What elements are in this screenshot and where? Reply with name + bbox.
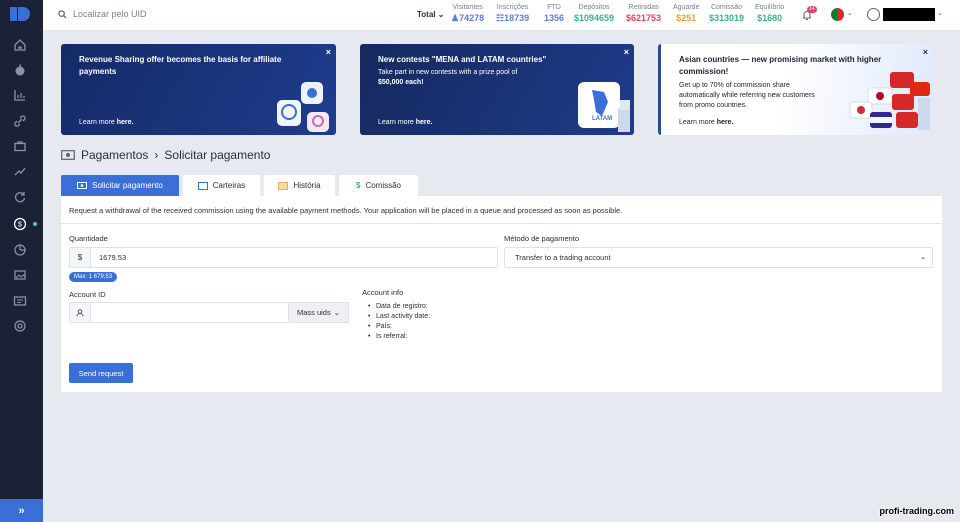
tab-history[interactable]: História xyxy=(264,175,335,196)
account-id-field[interactable] xyxy=(69,302,289,323)
banner-learn-more[interactable]: Learn more here. xyxy=(679,119,733,126)
banner-revenue-sharing[interactable]: Revenue Sharing offer becomes the basis … xyxy=(61,44,336,135)
link-icon[interactable] xyxy=(12,113,28,129)
refresh-icon[interactable] xyxy=(12,189,28,205)
tab-wallets[interactable]: Carteiras xyxy=(183,175,260,196)
currency-prefix: $ xyxy=(70,248,91,267)
cash-icon xyxy=(61,150,75,160)
account-id-label: Account ID xyxy=(69,290,106,299)
chevron-down-icon: ⌄ xyxy=(333,308,341,317)
active-indicator xyxy=(33,222,37,226)
tab-commission[interactable]: $ Comissão xyxy=(339,175,418,196)
wallet-icon xyxy=(197,181,208,190)
affiliate-illustration xyxy=(277,82,329,132)
stat-pending: Aguarde $251 xyxy=(673,4,700,23)
dollar-icon: $ xyxy=(355,181,361,190)
quantity-value[interactable]: 1679.53 xyxy=(91,253,126,262)
user-icon xyxy=(70,303,91,322)
search-box[interactable]: Localizar pelo UID xyxy=(58,9,147,19)
mass-uids-dropdown[interactable]: Mass uids ⌄ xyxy=(288,302,349,323)
banner-asian-countries[interactable]: Asian countries — new promising market w… xyxy=(658,44,933,135)
payments-icon[interactable]: $ xyxy=(12,216,28,232)
search-icon xyxy=(58,9,67,19)
user-avatar-icon[interactable] xyxy=(867,8,880,21)
banner-title: New contests "MENA and LATAM countries" xyxy=(378,55,547,64)
close-icon[interactable]: × xyxy=(624,47,629,57)
stat-visitors: Visitantes ♟74278 xyxy=(451,4,485,23)
quantity-label: Quantidade xyxy=(69,234,108,243)
svg-text:$: $ xyxy=(18,222,22,229)
briefcase-icon[interactable] xyxy=(12,138,28,154)
payment-method-label: Método de pagamento xyxy=(504,234,580,243)
account-info: Account info Data de registro: Last acti… xyxy=(362,288,430,342)
latam-label: LATAM xyxy=(592,116,613,122)
stat-withdrawals: Retiradas $621753 xyxy=(626,4,662,23)
divider xyxy=(61,223,942,224)
total-dropdown[interactable]: Total ⌄ xyxy=(417,10,444,19)
language-flag-icon[interactable] xyxy=(831,8,844,21)
image-icon[interactable] xyxy=(12,267,28,283)
expand-sidebar-button[interactable]: » xyxy=(0,499,43,522)
stat-commission: Comissão $313019 xyxy=(709,4,745,23)
sidebar: $ » xyxy=(0,0,43,522)
info-registration-date: Data de registro: xyxy=(368,302,430,312)
user-name-redacted[interactable] xyxy=(883,8,935,21)
send-request-button[interactable]: Send request xyxy=(69,363,133,383)
quantity-field[interactable]: $ 1679.53 xyxy=(69,247,498,268)
info-last-activity: Last activity date: xyxy=(368,312,430,322)
trend-icon[interactable] xyxy=(12,163,28,179)
banner-contests[interactable]: New contests "MENA and LATAM countries" … xyxy=(360,44,634,135)
breadcrumb: Pagamentos › Solicitar pagamento xyxy=(61,148,270,162)
form-description: Request a withdrawal of the received com… xyxy=(69,206,623,215)
home-icon[interactable] xyxy=(12,37,28,53)
chevron-down-icon[interactable]: ⌄ xyxy=(847,9,853,17)
tab-bar: Solicitar pagamento Carteiras História $… xyxy=(61,175,418,196)
page-title: Solicitar pagamento xyxy=(164,148,271,162)
notification-badge: 14 xyxy=(807,6,817,13)
close-icon[interactable]: × xyxy=(326,47,331,57)
id-card-icon[interactable] xyxy=(12,293,28,309)
latam-illustration xyxy=(578,82,630,132)
stat-ftd: FTD 1356 xyxy=(544,4,565,23)
withdrawal-form-panel: Request a withdrawal of the received com… xyxy=(61,196,942,392)
logo[interactable] xyxy=(10,6,32,22)
banner-text: Get up to 70% of commission share automa… xyxy=(679,82,815,109)
account-info-title: Account info xyxy=(362,288,404,297)
banner-text: Take part in new contests with a prize p… xyxy=(378,69,518,86)
banner-learn-more[interactable]: Learn more here. xyxy=(79,119,133,126)
topbar: Localizar pelo UID Total ⌄ Visitantes ♟74… xyxy=(43,0,960,31)
info-is-referral: Is referral: xyxy=(368,332,430,342)
history-icon xyxy=(278,181,289,190)
breadcrumb-section[interactable]: Pagamentos xyxy=(81,148,148,162)
search-placeholder[interactable]: Localizar pelo UID xyxy=(73,9,147,19)
chevron-down-icon[interactable]: ⌄ xyxy=(937,9,943,17)
chevron-down-icon: ⌄ xyxy=(920,254,926,261)
stat-signups: Inscrições ☷18739 xyxy=(496,4,530,23)
cash-icon xyxy=(77,182,88,189)
stat-deposits: Depósitos $1094659 xyxy=(574,4,615,23)
chevron-down-icon: ⌄ xyxy=(437,10,445,19)
chart-icon[interactable] xyxy=(12,87,28,103)
payment-method-select[interactable]: Transfer to a trading account ⌄ xyxy=(504,247,933,268)
watermark: profi-trading.com xyxy=(879,506,955,516)
stat-balance: Equilíbrio $1680 xyxy=(755,4,785,23)
banner-learn-more[interactable]: Learn more here. xyxy=(378,119,432,126)
pie-icon[interactable] xyxy=(12,242,28,258)
asian-flags-illustration xyxy=(849,72,930,130)
apple-icon[interactable] xyxy=(12,62,28,78)
tab-request-payment[interactable]: Solicitar pagamento xyxy=(61,175,179,196)
max-amount-badge[interactable]: Max: 1 679,53 xyxy=(69,272,118,282)
support-icon[interactable] xyxy=(12,318,28,334)
info-country: País: xyxy=(368,322,430,332)
banner-title: Revenue Sharing offer becomes the basis … xyxy=(79,55,282,76)
chevron-right-icon: › xyxy=(154,148,159,162)
close-icon[interactable]: × xyxy=(923,47,928,57)
